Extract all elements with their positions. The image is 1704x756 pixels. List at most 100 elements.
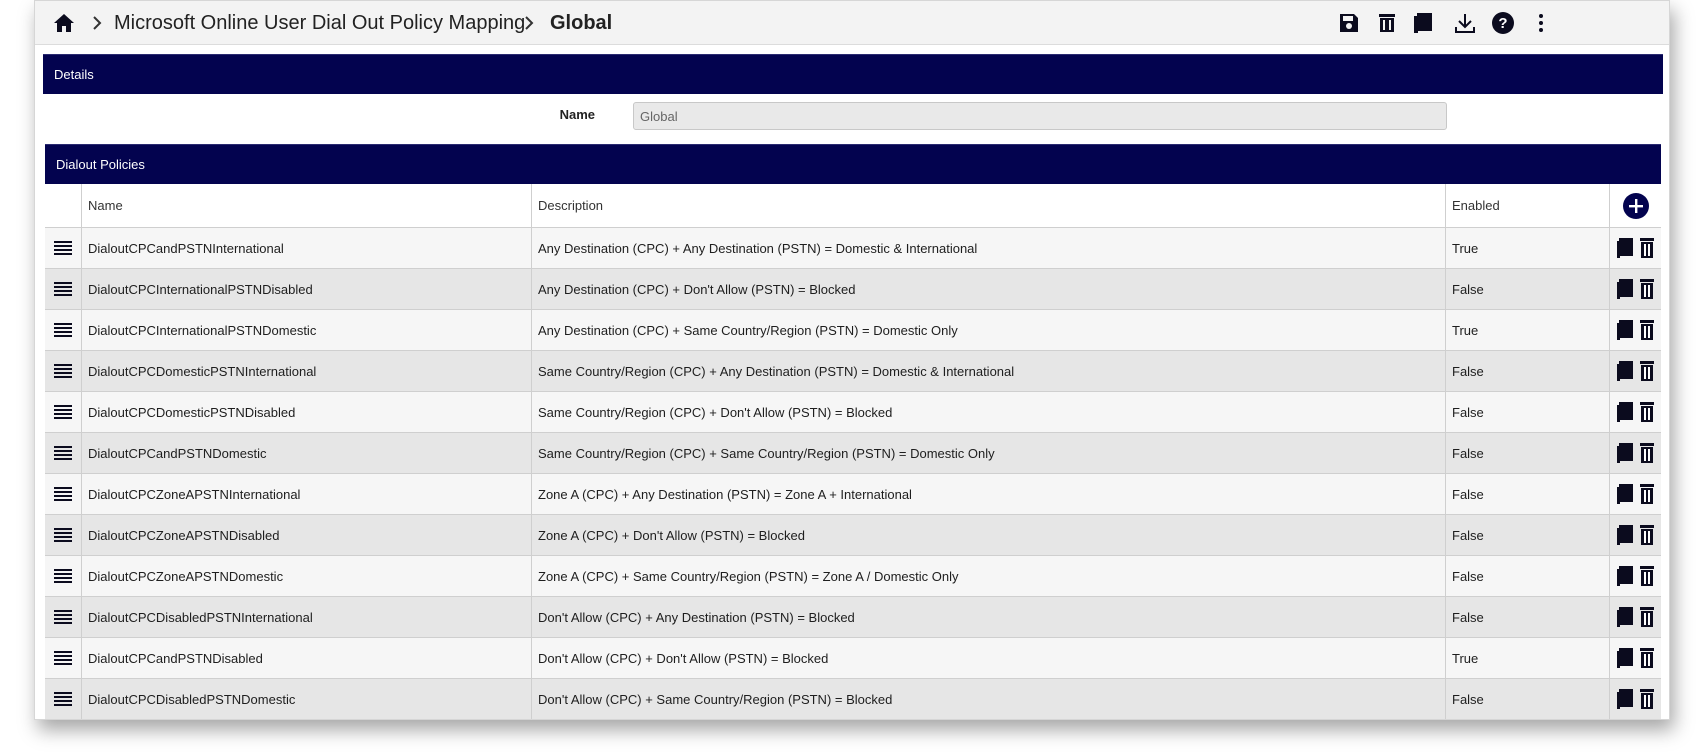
copy-row-icon[interactable] [1616,361,1633,381]
breadcrumb-item-mapping[interactable]: Microsoft Online User Dial Out Policy Ma… [114,12,525,35]
drag-handle-cell [45,638,82,678]
drag-handle-icon[interactable] [54,528,72,542]
drag-handle-icon[interactable] [54,446,72,460]
delete-row-icon[interactable] [1639,689,1655,709]
copy-row-icon[interactable] [1616,648,1633,668]
copy-row-icon[interactable] [1616,320,1633,340]
delete-row-icon[interactable] [1639,402,1655,422]
drag-handle-cell [45,679,82,719]
app-window: Microsoft Online User Dial Out Policy Ma… [34,0,1670,720]
download-icon[interactable] [1453,11,1477,35]
row-actions [1610,392,1661,432]
copy-row-icon[interactable] [1616,402,1633,422]
copy-row-icon[interactable] [1616,566,1633,586]
policy-enabled: False [1446,433,1610,473]
table-body: DialoutCPCandPSTNInternational Any Desti… [45,228,1661,719]
policy-enabled: False [1446,679,1610,719]
table-row[interactable]: DialoutCPCandPSTNDomestic Same Country/R… [45,433,1661,474]
copy-row-icon[interactable] [1616,279,1633,299]
copy-row-icon[interactable] [1616,689,1633,709]
delete-row-icon[interactable] [1639,279,1655,299]
copy-row-icon[interactable] [1616,238,1633,258]
policy-enabled: False [1446,269,1610,309]
delete-row-icon[interactable] [1639,484,1655,504]
row-actions [1610,638,1661,678]
policy-description: Zone A (CPC) + Same Country/Region (PSTN… [532,556,1446,596]
delete-row-icon[interactable] [1639,525,1655,545]
table-row[interactable]: DialoutCPCandPSTNInternational Any Desti… [45,228,1661,269]
drag-handle-cell [45,351,82,391]
policy-enabled: False [1446,556,1610,596]
delete-row-icon[interactable] [1639,607,1655,627]
policy-enabled: False [1446,392,1610,432]
drag-handle-icon[interactable] [54,610,72,624]
policy-enabled: True [1446,228,1610,268]
row-actions [1610,597,1661,637]
save-icon[interactable] [1337,11,1361,35]
row-actions [1610,474,1661,514]
table-row[interactable]: DialoutCPCInternationalPSTNDisabled Any … [45,269,1661,310]
table-row[interactable]: DialoutCPCDomesticPSTNInternational Same… [45,351,1661,392]
add-policy-icon[interactable] [1622,192,1650,220]
delete-row-icon[interactable] [1639,238,1655,258]
policy-name: DialoutCPCZoneAPSTNInternational [82,474,532,514]
copy-icon[interactable] [1411,11,1435,35]
row-actions [1610,228,1661,268]
copy-row-icon[interactable] [1616,607,1633,627]
delete-row-icon[interactable] [1639,320,1655,340]
table-header-row: Name Description Enabled [45,184,1661,228]
name-label: Name [559,107,595,122]
drag-handle-icon[interactable] [54,282,72,296]
copy-row-icon[interactable] [1616,443,1633,463]
table-row[interactable]: DialoutCPCZoneAPSTNInternational Zone A … [45,474,1661,515]
table-row[interactable]: DialoutCPCInternationalPSTNDomestic Any … [45,310,1661,351]
drag-handle-cell [45,269,82,309]
drag-handle-cell [45,392,82,432]
drag-handle-icon[interactable] [54,569,72,583]
column-header-description[interactable]: Description [532,184,1446,227]
drag-handle-icon[interactable] [54,405,72,419]
column-header-name[interactable]: Name [82,184,532,227]
help-icon[interactable]: ? [1491,11,1515,35]
drag-handle-icon[interactable] [54,323,72,337]
row-actions [1610,351,1661,391]
delete-row-icon[interactable] [1639,566,1655,586]
table-row[interactable]: DialoutCPCZoneAPSTNDomestic Zone A (CPC)… [45,556,1661,597]
policy-description: Any Destination (CPC) + Any Destination … [532,228,1446,268]
table-row[interactable]: DialoutCPCDomesticPSTNDisabled Same Coun… [45,392,1661,433]
home-icon[interactable] [51,11,77,35]
row-actions [1610,433,1661,473]
table-row[interactable]: DialoutCPCZoneAPSTNDisabled Zone A (CPC)… [45,515,1661,556]
drag-handle-icon[interactable] [54,692,72,706]
table-row[interactable]: DialoutCPCDisabledPSTNInternational Don'… [45,597,1661,638]
delete-row-icon[interactable] [1639,648,1655,668]
drag-handle-cell [45,474,82,514]
drag-handle-icon[interactable] [54,241,72,255]
delete-row-icon[interactable] [1639,443,1655,463]
column-header-enabled[interactable]: Enabled [1446,184,1610,227]
policy-name: DialoutCPCandPSTNDisabled [82,638,532,678]
policy-name: DialoutCPCDomesticPSTNDisabled [82,392,532,432]
copy-row-icon[interactable] [1616,525,1633,545]
policy-name: DialoutCPCDomesticPSTNInternational [82,351,532,391]
copy-row-icon[interactable] [1616,484,1633,504]
table-row[interactable]: DialoutCPCDisabledPSTNDomestic Don't All… [45,679,1661,719]
policy-name: DialoutCPCandPSTNDomestic [82,433,532,473]
drag-handle-icon[interactable] [54,487,72,501]
drag-handle-cell [45,228,82,268]
policy-description: Don't Allow (CPC) + Don't Allow (PSTN) =… [532,638,1446,678]
policy-name: DialoutCPCandPSTNInternational [82,228,532,268]
drag-handle-icon[interactable] [54,651,72,665]
dialout-policies-header: Dialout Policies [45,144,1661,184]
policy-description: Any Destination (CPC) + Don't Allow (PST… [532,269,1446,309]
policy-description: Don't Allow (CPC) + Any Destination (PST… [532,597,1446,637]
table-row[interactable]: DialoutCPCandPSTNDisabled Don't Allow (C… [45,638,1661,679]
chevron-right-icon [525,16,534,30]
name-field[interactable] [633,102,1447,130]
delete-icon[interactable] [1375,11,1399,35]
more-vertical-icon[interactable] [1529,11,1553,35]
row-actions [1610,556,1661,596]
delete-row-icon[interactable] [1639,361,1655,381]
policy-enabled: False [1446,351,1610,391]
drag-handle-icon[interactable] [54,364,72,378]
